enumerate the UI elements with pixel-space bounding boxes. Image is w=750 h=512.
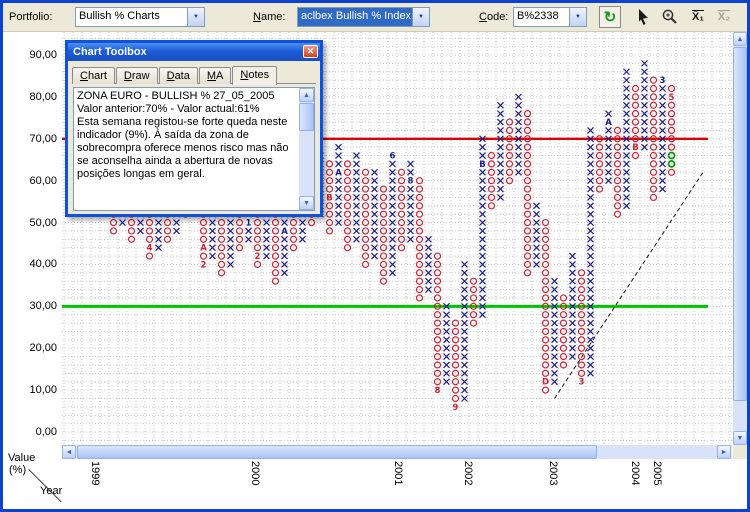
scroll-up-button[interactable]: ▲ — [733, 32, 747, 46]
cursor-tool-button[interactable] — [633, 6, 655, 28]
chevron-down-icon[interactable]: ▼ — [187, 8, 204, 26]
name-label: Name: — [253, 11, 286, 23]
notes-scrollbar: ▲ ▼ — [299, 88, 314, 210]
y-tick: 60,00 — [29, 174, 57, 187]
svg-text:4: 4 — [147, 244, 153, 254]
ma-x2-icon: X̄₂ — [717, 11, 731, 23]
notes-panel: ZONA EURO - BULLISH % 27_05_2005 Valor a… — [73, 87, 315, 211]
ma-x1-tool-button[interactable]: X̄₁ — [687, 6, 709, 28]
portfolio-select[interactable]: Bullish % Charts ▼ — [75, 7, 205, 27]
close-icon[interactable]: ✕ — [303, 45, 318, 58]
svg-text:6: 6 — [390, 152, 396, 162]
toolbox-tab-ma[interactable]: MA — [198, 67, 232, 84]
name-select[interactable]: aclbex Bullish % Index ▼ — [297, 7, 430, 27]
main-toolbar: Portfolio: Bullish % Charts ▼ Name: aclb… — [3, 3, 747, 32]
refresh-button[interactable]: ↻ — [599, 6, 621, 28]
toolbox-tab-data[interactable]: Data — [158, 67, 198, 84]
x-tick-year: 2002 — [462, 461, 474, 486]
value-axis-unit: (%) — [9, 464, 27, 476]
portfolio-label: Portfolio: — [9, 11, 53, 23]
svg-text:A: A — [200, 244, 207, 254]
svg-text:2: 2 — [201, 260, 207, 270]
x-tick-year: 2001 — [392, 461, 404, 486]
y-tick: 70,00 — [29, 132, 57, 145]
chevron-down-icon[interactable]: ▼ — [412, 8, 429, 26]
y-tick: 50,00 — [29, 216, 57, 229]
app-window: Portfolio: Bullish % Charts ▼ Name: aclb… — [0, 0, 750, 512]
hscroll-thumb[interactable] — [77, 445, 597, 459]
refresh-icon: ↻ — [603, 8, 617, 26]
svg-text:D: D — [542, 378, 549, 388]
value-axis-label: Value — [8, 452, 36, 464]
vscroll-thumb[interactable] — [733, 47, 747, 401]
svg-text:3: 3 — [660, 76, 666, 86]
scroll-left-button[interactable]: ◄ — [62, 445, 76, 459]
code-select[interactable]: B%2338 ▼ — [513, 7, 587, 27]
year-axis-label: Year — [40, 485, 63, 497]
x-tick-year: 2004 — [629, 461, 641, 486]
y-tick: 30,00 — [29, 300, 57, 313]
svg-text:2: 2 — [255, 252, 261, 262]
svg-text:8: 8 — [435, 386, 441, 396]
y-tick: 0,00 — [35, 426, 57, 438]
x-tick-year: 2003 — [547, 461, 559, 486]
notes-textarea[interactable]: ZONA EURO - BULLISH % 27_05_2005 Valor a… — [74, 88, 298, 210]
x-tick-year: 1999 — [89, 461, 101, 486]
toolbox-title: Chart Toolbox — [73, 46, 147, 58]
svg-text:B: B — [632, 143, 638, 153]
svg-text:9: 9 — [453, 403, 459, 413]
svg-text:5: 5 — [669, 93, 675, 103]
zoom-tool-button[interactable] — [659, 6, 681, 28]
toolbox-tab-draw[interactable]: Draw — [115, 67, 158, 84]
portfolio-value: Bullish % Charts — [79, 10, 160, 22]
toolbox-titlebar[interactable]: Chart Toolbox ✕ — [68, 43, 320, 61]
notes-scroll-up-button[interactable]: ▲ — [299, 88, 314, 102]
toolbox-tab-chart[interactable]: Chart — [72, 67, 115, 84]
y-tick: 10,00 — [29, 384, 57, 397]
svg-text:3: 3 — [579, 378, 585, 388]
code-value: B%2338 — [517, 10, 559, 22]
svg-text:B: B — [326, 193, 332, 203]
toolbox-tabbar: Chart Draw Data MA Notes — [72, 65, 316, 85]
svg-text:A: A — [281, 227, 288, 237]
y-tick: 80,00 — [29, 90, 57, 103]
name-value: aclbex Bullish % Index — [298, 8, 412, 26]
scroll-right-button[interactable]: ► — [717, 445, 731, 459]
svg-text:1: 1 — [246, 219, 252, 229]
magnifier-icon — [662, 9, 677, 24]
svg-text:A: A — [335, 168, 342, 178]
svg-text:A: A — [605, 118, 612, 128]
notes-scroll-thumb[interactable] — [299, 103, 314, 131]
ma-x1-icon: X̄₁ — [692, 11, 704, 23]
cursor-arrow-icon — [639, 9, 648, 25]
y-tick: 40,00 — [29, 258, 57, 271]
code-label: Code: — [479, 11, 509, 23]
toolbox-tab-notes[interactable]: Notes — [232, 66, 278, 85]
y-tick: 90,00 — [29, 48, 57, 61]
scrollbar-corner — [733, 445, 747, 459]
y-tick: 20,00 — [29, 342, 57, 355]
scroll-down-button[interactable]: ▼ — [733, 431, 747, 445]
y-axis: 90,00 80,00 70,00 60,00 50,00 40,00 30,00 20,00… — [3, 32, 59, 445]
chevron-down-icon[interactable]: ▼ — [569, 8, 586, 26]
x-tick-year: 2000 — [249, 461, 261, 486]
x-axis: 1999 2000 2001 2002 2003 2004 2005 — [62, 459, 734, 507]
ma-x2-tool-button: X̄₂ — [713, 6, 735, 28]
svg-text:8: 8 — [408, 177, 414, 187]
svg-text:B: B — [479, 160, 485, 170]
x-tick-year: 2005 — [651, 461, 663, 486]
notes-scroll-down-button[interactable]: ▼ — [299, 196, 314, 210]
chart-toolbox-window: Chart Toolbox ✕ Chart Draw Data MA Notes ZON… — [65, 40, 323, 217]
